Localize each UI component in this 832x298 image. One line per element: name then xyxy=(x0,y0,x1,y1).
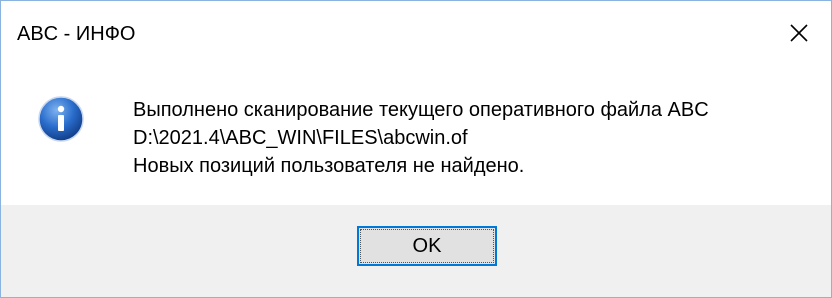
title-bar[interactable]: ABC - ИНФО xyxy=(1,1,831,65)
message-line-path: D:\2021.4\ABC_WIN\FILES\abcwin.of xyxy=(133,127,468,149)
message-line: Новых позиций пользователя не найдено. xyxy=(133,155,525,177)
window-title: ABC - ИНФО xyxy=(17,23,136,45)
close-icon xyxy=(789,23,809,43)
close-button[interactable] xyxy=(767,1,831,65)
ok-button[interactable]: OK xyxy=(357,226,497,266)
message-text: Выполнено сканирование текущего оператив… xyxy=(133,96,709,180)
info-icon xyxy=(37,95,85,143)
message-dialog: ABC - ИНФО Выполнено сканирование текуще… xyxy=(0,0,832,298)
message-area: Выполнено сканирование текущего оператив… xyxy=(1,65,831,205)
message-line: Выполнено сканирование текущего оператив… xyxy=(133,99,709,121)
button-bar: OK xyxy=(1,205,831,297)
